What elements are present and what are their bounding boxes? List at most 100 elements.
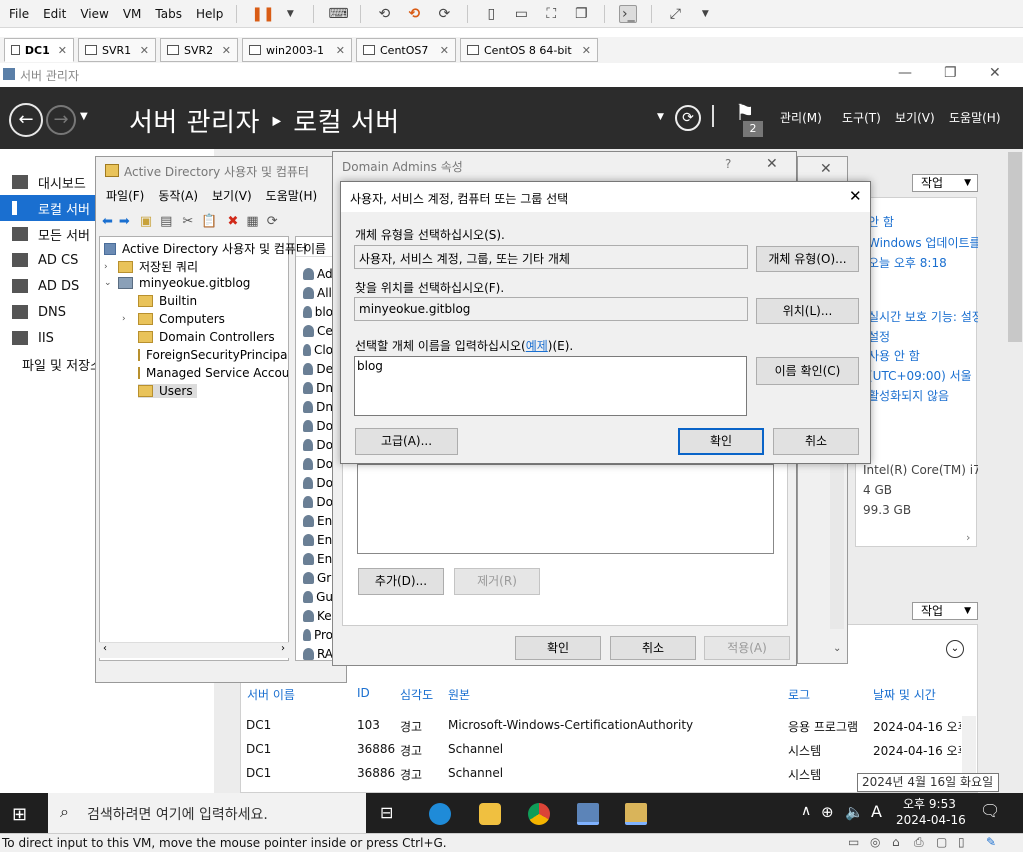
menu-vm[interactable]: VM <box>123 7 142 21</box>
list-item[interactable]: Dn <box>303 397 333 416</box>
close-icon[interactable]: ✕ <box>574 44 591 57</box>
chevron-right-icon[interactable]: › <box>104 262 118 272</box>
list-item[interactable]: En <box>303 530 333 549</box>
server-manager-icon[interactable] <box>577 803 599 825</box>
chrome-icon[interactable] <box>528 803 550 825</box>
windows-start-icon[interactable]: ⊞ <box>12 804 27 825</box>
ok-button[interactable]: 확인 <box>678 428 764 455</box>
task-view-icon[interactable]: ⊟ <box>380 803 393 822</box>
snapshot-manager-icon[interactable]: ⟳ <box>435 6 453 22</box>
menu-manage[interactable]: 관리(M) <box>780 109 822 126</box>
forward-arrow-icon[interactable]: → <box>46 105 76 135</box>
taskbar-search-box[interactable]: ⌕ 검색하려면 여기에 입력하세요. <box>48 793 366 833</box>
examples-link[interactable]: 예제 <box>526 339 548 353</box>
menu-view[interactable]: View <box>80 7 108 21</box>
sidebar-item-adcs[interactable]: AD CS <box>0 247 96 273</box>
object-types-button[interactable]: 개체 유형(O)... <box>756 246 859 272</box>
clipboard-icon[interactable]: 📋 <box>201 214 217 229</box>
clock-date[interactable]: 2024-04-16 <box>896 813 966 827</box>
menu-file[interactable]: 파일(F) <box>106 187 144 204</box>
notifications-icon[interactable]: 🗨 <box>980 801 1000 820</box>
back-arrow-icon[interactable]: ← <box>9 103 43 137</box>
sidebar-item-dns[interactable]: DNS <box>0 299 96 325</box>
sound-icon[interactable]: ▯ <box>958 835 965 849</box>
chevron-right-icon[interactable]: › <box>966 531 970 544</box>
fullscreen-icon[interactable]: ⛶ <box>542 6 560 22</box>
sidebar-item-adds[interactable]: AD DS <box>0 273 96 299</box>
send-keys-icon[interactable]: ⌨ <box>328 6 348 22</box>
tree-item-builtin[interactable]: Builtin <box>138 294 197 308</box>
list-item[interactable]: All <box>303 283 333 302</box>
tab-centos7[interactable]: CentOS7 ✕ <box>356 38 456 62</box>
sidebar-item-iis[interactable]: IIS <box>0 325 96 351</box>
column-header-severity[interactable]: 심각도 <box>400 686 433 703</box>
main-scrollbar[interactable] <box>1008 152 1022 342</box>
console-tree-icon[interactable]: ▤ <box>160 214 172 229</box>
unity-icon[interactable]: ❐ <box>572 6 590 22</box>
properties-icon[interactable]: ▦ <box>246 214 258 229</box>
cancel-button[interactable]: 취소 <box>610 636 696 660</box>
column-header-server[interactable]: 서버 이름 <box>247 686 295 703</box>
tab-svr1[interactable]: SVR1 ✕ <box>78 38 156 62</box>
column-header-datetime[interactable]: 날짜 및 시간 <box>873 686 936 703</box>
object-names-input[interactable]: blog <box>354 356 747 416</box>
close-icon[interactable]: ✕ <box>820 161 832 177</box>
tree-item-managed-service-accounts[interactable]: Managed Service Accounts <box>138 366 288 380</box>
snapshot-icon[interactable]: ⟲ <box>375 6 393 22</box>
console-view-icon[interactable]: ›_ <box>619 4 638 23</box>
prop-value-link[interactable]: 실시간 보호 기능: 설정 <box>868 308 978 325</box>
delete-icon[interactable]: ✖ <box>228 214 239 229</box>
sidebar-item-dashboard[interactable]: 대시보드 <box>0 169 96 195</box>
remove-button[interactable]: 제거(R) <box>454 568 540 595</box>
refresh-icon[interactable]: ⟳ <box>267 214 278 229</box>
column-header-source[interactable]: 원본 <box>448 686 470 703</box>
tree-scrollbar[interactable]: ‹ › <box>99 642 289 658</box>
list-item[interactable]: Ce <box>303 321 333 340</box>
menu-action[interactable]: 동작(A) <box>158 187 198 204</box>
chevron-down-icon[interactable]: ⌄ <box>104 278 118 288</box>
revert-snapshot-icon[interactable]: ⟲ <box>405 6 423 22</box>
close-icon[interactable]: ✕ <box>989 65 1001 81</box>
check-names-button[interactable]: 이름 확인(C) <box>756 357 859 385</box>
message-icon[interactable]: ✎ <box>986 835 996 849</box>
ime-indicator[interactable]: A <box>871 802 882 821</box>
sidebar-view-icon[interactable]: ▯ <box>482 6 500 22</box>
tree-item-computers[interactable]: › Computers <box>122 312 225 326</box>
list-item[interactable]: Do <box>303 454 333 473</box>
prop-value-link[interactable]: 오늘 오후 8:18 <box>868 254 978 271</box>
chevron-right-icon[interactable]: › <box>122 314 138 324</box>
list-item[interactable]: Pro <box>303 625 333 644</box>
locations-button[interactable]: 위치(L)... <box>756 298 859 324</box>
menu-help[interactable]: 도움말(H) <box>266 187 318 204</box>
prop-value-link[interactable]: 사용 안 함 <box>868 347 978 364</box>
edge-icon[interactable] <box>429 803 451 825</box>
list-item[interactable]: blo <box>303 302 333 321</box>
menu-help[interactable]: Help <box>196 7 223 21</box>
speaker-icon[interactable]: 🔈 <box>845 803 864 821</box>
column-header-log[interactable]: 로그 <box>788 686 810 703</box>
tasks-button[interactable]: 작업 ▼ <box>912 602 978 620</box>
file-explorer-icon[interactable] <box>479 803 501 825</box>
close-icon[interactable]: ✕ <box>766 156 778 172</box>
close-icon[interactable]: ✕ <box>328 44 345 57</box>
list-item[interactable]: En <box>303 549 333 568</box>
chevron-down-icon[interactable]: ▼ <box>80 111 88 122</box>
usb-icon[interactable]: ▢ <box>936 835 947 849</box>
list-item[interactable]: Clo <box>303 340 333 359</box>
sidebar-item-all-servers[interactable]: 모든 서버 <box>0 221 96 247</box>
tab-dc1[interactable]: DC1 ✕ <box>4 38 74 62</box>
sidebar-item-file-storage[interactable]: 파일 및 저장소 <box>0 351 96 377</box>
maximize-icon[interactable]: ❐ <box>944 65 957 81</box>
close-icon[interactable]: ✕ <box>849 187 862 205</box>
chevron-down-icon[interactable]: ⌄ <box>833 643 841 654</box>
hard-disk-icon[interactable]: ▭ <box>848 835 859 849</box>
list-item[interactable]: Do <box>303 435 333 454</box>
tab-win2003-1[interactable]: win2003-1 ✕ <box>242 38 352 62</box>
help-icon[interactable]: ? <box>725 157 731 171</box>
stretch-icon[interactable]: ⤢ <box>666 6 684 22</box>
tree-item-foreign-security[interactable]: ForeignSecurityPrincipals <box>138 348 288 362</box>
list-item[interactable]: Do <box>303 473 333 492</box>
sidebar-item-local-server[interactable]: 로컬 서버 <box>0 195 96 221</box>
list-item[interactable]: Gr <box>303 568 333 587</box>
expand-icon[interactable]: ⌄ <box>946 640 964 658</box>
